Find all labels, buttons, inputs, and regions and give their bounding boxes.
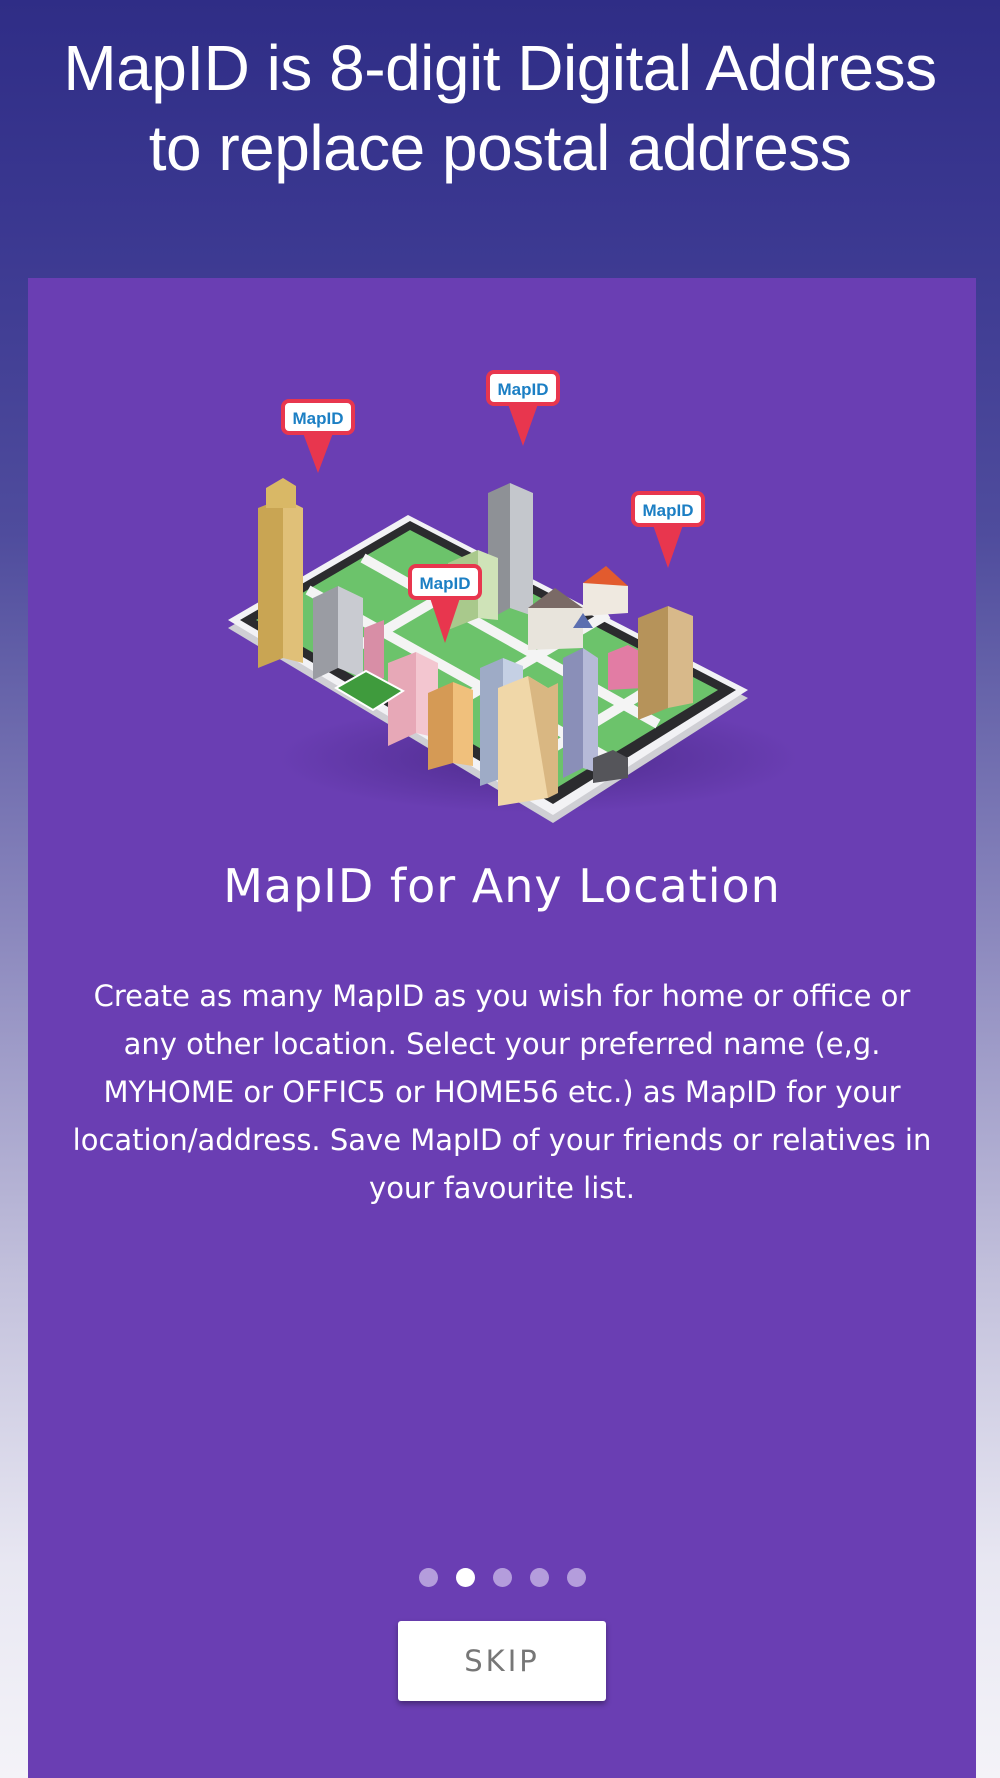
mapid-pin-icon: MapID: [281, 399, 355, 473]
slide-description: Create as many MapID as you wish for hom…: [72, 979, 932, 1205]
svg-text:MapID: MapID: [420, 574, 471, 593]
svg-text:MapID: MapID: [643, 501, 694, 520]
pagination-dot[interactable]: [566, 1568, 586, 1587]
mapid-pin-icon: MapID: [631, 491, 705, 568]
slide-title: MapID for Any Location: [223, 859, 781, 913]
onboarding-card[interactable]: MapID MapID MapID MapID MapID for Any Lo…: [28, 278, 976, 1778]
svg-text:MapID: MapID: [293, 409, 344, 428]
headline: MapID is 8-digit Digital Address to repl…: [0, 28, 1000, 188]
pagination-dot[interactable]: [492, 1568, 512, 1587]
skip-button[interactable]: SKIP: [398, 1621, 606, 1701]
pagination-dot-active[interactable]: [455, 1568, 475, 1587]
city-on-phone-illustration: MapID MapID MapID MapID: [228, 370, 798, 823]
svg-text:MapID: MapID: [498, 380, 549, 399]
headline-line-2: to replace postal address: [148, 112, 852, 184]
pagination-dot[interactable]: [418, 1568, 438, 1587]
headline-line-1: MapID is 8-digit Digital Address: [63, 32, 937, 104]
mapid-pin-icon: MapID: [486, 370, 560, 446]
pagination-dots: [28, 1568, 976, 1587]
pagination-dot[interactable]: [529, 1568, 549, 1587]
